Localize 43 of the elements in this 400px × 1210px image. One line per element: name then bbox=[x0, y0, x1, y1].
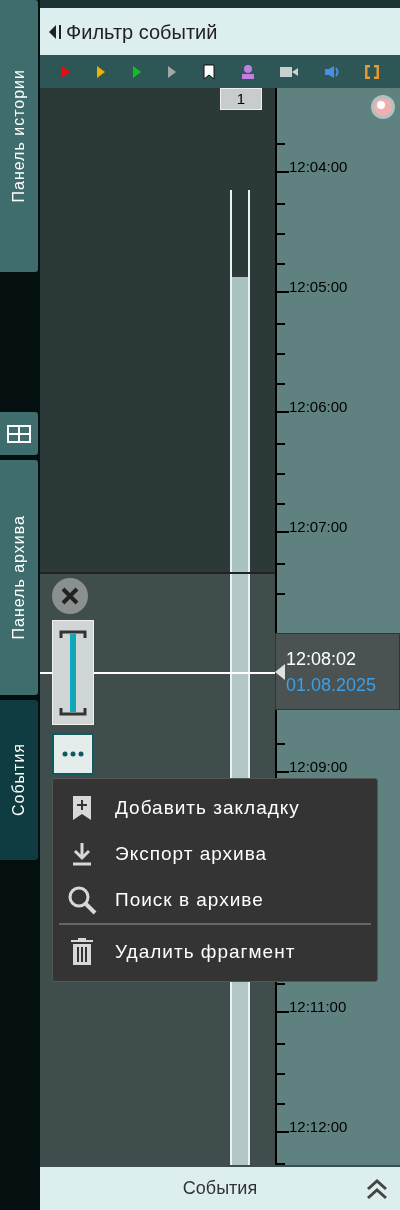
layout-grid-button[interactable] bbox=[0, 412, 38, 455]
side-tab[interactable]: Панель истории bbox=[0, 0, 38, 272]
bookmark-add-icon bbox=[72, 795, 92, 821]
flag-icon[interactable] bbox=[131, 64, 142, 79]
flag-icon[interactable] bbox=[96, 64, 107, 79]
collapse-icon[interactable] bbox=[48, 22, 62, 41]
bookmark-icon[interactable] bbox=[202, 63, 215, 80]
panel-title: Фильтр событий bbox=[66, 19, 218, 45]
time-tick-label: 12:12:00 bbox=[289, 1119, 348, 1134]
menu-item[interactable]: Экспорт архива bbox=[53, 831, 377, 877]
camera-icon[interactable] bbox=[280, 65, 299, 78]
speaker-icon[interactable] bbox=[323, 64, 340, 79]
trash-icon bbox=[70, 938, 94, 966]
person-icon[interactable] bbox=[240, 63, 255, 80]
footer-title: События bbox=[182, 1177, 258, 1200]
close-button[interactable] bbox=[52, 578, 88, 614]
counter-badge: 1 bbox=[220, 88, 262, 110]
cursor-time: 12:08:02 bbox=[286, 649, 358, 668]
range-bracket-icon bbox=[59, 629, 87, 716]
time-tick-label: 12:04:00 bbox=[289, 159, 348, 174]
flag-icon[interactable] bbox=[167, 64, 178, 79]
alarm-light-icon bbox=[369, 93, 397, 121]
time-tick-label: 12:07:00 bbox=[289, 519, 348, 534]
time-tick-label: 12:09:00 bbox=[289, 759, 348, 774]
cursor-date: 01.08.2025 bbox=[286, 675, 378, 694]
search-icon bbox=[67, 885, 97, 915]
download-icon bbox=[71, 841, 93, 867]
close-icon bbox=[61, 587, 79, 605]
side-tab[interactable]: События bbox=[0, 700, 38, 860]
time-tick-label: 12:05:00 bbox=[289, 279, 348, 294]
time-tick-label: 12:06:00 bbox=[289, 399, 348, 414]
grid-icon bbox=[7, 424, 31, 443]
double-chevron-up-icon[interactable] bbox=[366, 1177, 388, 1200]
menu-item[interactable]: Поиск в архиве bbox=[53, 877, 377, 923]
menu-item[interactable]: Добавить закладку bbox=[53, 785, 377, 831]
more-button[interactable] bbox=[52, 733, 94, 775]
range-button[interactable] bbox=[52, 620, 94, 725]
bracket-icon[interactable] bbox=[365, 64, 380, 79]
more-icon bbox=[62, 751, 84, 757]
time-tick-label: 12:11:00 bbox=[289, 999, 347, 1014]
side-tab[interactable]: Панель архива bbox=[0, 460, 38, 695]
pointer-icon bbox=[275, 664, 285, 680]
menu-item[interactable]: Удалить фрагмент bbox=[59, 929, 371, 975]
